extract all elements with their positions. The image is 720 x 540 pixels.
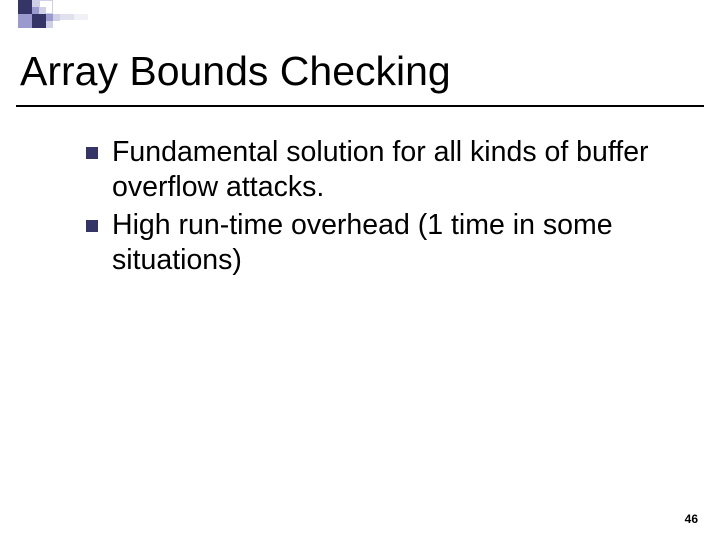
list-item: High run-time overhead (1 time in some s…	[86, 208, 690, 279]
bullet-text: Fundamental solution for all kinds of bu…	[112, 135, 690, 206]
bullet-icon	[86, 147, 98, 159]
slide-title: Array Bounds Checking	[20, 48, 700, 103]
page-number: 46	[685, 512, 698, 526]
list-item: Fundamental solution for all kinds of bu…	[86, 135, 690, 206]
bullet-icon	[86, 220, 98, 232]
bullet-text: High run-time overhead (1 time in some s…	[112, 208, 690, 279]
decorative-squares	[18, 0, 128, 30]
slide-body: Fundamental solution for all kinds of bu…	[86, 135, 690, 280]
title-underline	[16, 105, 704, 107]
